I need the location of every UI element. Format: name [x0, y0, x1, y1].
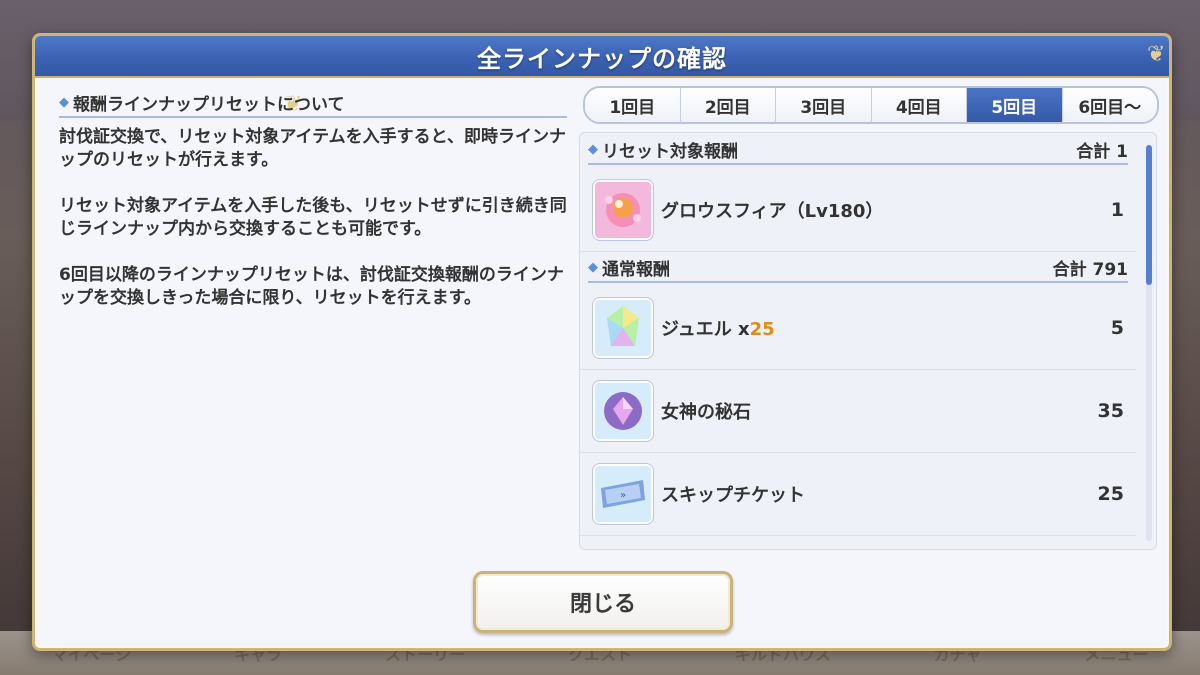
item-count: 1 — [1110, 199, 1124, 221]
normal-reward-label-wrap: ◆ 通常報酬 — [588, 255, 670, 280]
reset-info-panel: ◆ 報酬ラインナップリセットについて 討伐証交換で、リセット対象アイテムを入手す… — [59, 88, 567, 310]
corner-ornament-icon: ❦ — [1147, 42, 1166, 67]
item-name: グロウスフィア（Lv180） — [661, 201, 884, 222]
lineup-dialog: ❦ 全ラインナップの確認 ❦ ◆ 報酬ラインナップリセットについて 討伐証交換で… — [32, 33, 1172, 651]
close-button-label: 閉じる — [569, 592, 636, 617]
diamond-bullet-icon: ◆ — [588, 141, 598, 157]
tab-round-1[interactable]: 1回目 — [585, 88, 681, 122]
item-multiplier: 25 — [749, 319, 775, 340]
info-paragraph: 6回目以降のラインナップリセットは、討伐証交換報酬のラインナップを交換しきった場… — [59, 265, 564, 308]
info-heading: ◆ 報酬ラインナップリセットについて — [59, 88, 567, 118]
tab-round-4[interactable]: 4回目 — [871, 88, 967, 122]
reward-row: グロウスフィア（Lv180） 1 — [580, 169, 1136, 252]
goddess-stone-icon — [595, 383, 651, 439]
diamond-bullet-icon: ◆ — [588, 259, 598, 275]
tab-round-5[interactable]: 5回目 — [967, 88, 1063, 122]
dialog-header: ❦ 全ラインナップの確認 ❦ — [35, 36, 1169, 117]
skip-ticket-icon: » — [595, 466, 651, 522]
info-paragraph: リセット対象アイテムを入手した後も、リセットせずに引き続き同じラインナップ内から… — [59, 196, 567, 239]
item-name: ジュエル x25 — [661, 315, 1111, 341]
normal-reward-total: 合計 791 — [1052, 259, 1128, 280]
item-name: スキップチケット — [661, 485, 805, 506]
item-count: 35 — [1097, 400, 1124, 422]
reset-reward-label: リセット対象報酬 — [602, 141, 738, 162]
reward-list-scrollbar[interactable] — [1146, 145, 1152, 541]
info-paragraph: 討伐証交換で、リセット対象アイテムを入手すると、即時ラインナップのリセットが行え… — [59, 127, 566, 170]
item-count: 5 — [1110, 317, 1124, 339]
info-heading-text: 報酬ラインナップリセットについて — [73, 94, 345, 115]
item-name-text: ジュエル x — [661, 319, 750, 340]
tab-round-2[interactable]: 2回目 — [680, 88, 776, 122]
svg-text:»: » — [620, 490, 626, 501]
scroll-thumb[interactable] — [1146, 145, 1152, 285]
reset-reward-label-wrap: ◆ リセット対象報酬 — [588, 137, 738, 162]
reward-list[interactable]: ◆ リセット対象報酬 合計 1 グロウスフィア（Lv180） 1 ◆ 通常報酬 … — [579, 132, 1157, 550]
close-button[interactable]: 閉じる — [473, 571, 733, 633]
round-tabs: 1回目 2回目 3回目 4回目 5回目 6回目〜 — [583, 86, 1159, 124]
normal-reward-header: ◆ 通常報酬 合計 791 — [588, 253, 1128, 283]
tab-round-6-plus[interactable]: 6回目〜 — [1062, 88, 1157, 122]
reward-row: ジュエル x25 5 — [580, 287, 1136, 370]
diamond-bullet-icon: ◆ — [59, 94, 69, 110]
reset-reward-total: 合計 1 — [1076, 141, 1128, 162]
reset-reward-header: ◆ リセット対象報酬 合計 1 — [588, 135, 1128, 165]
item-count: 25 — [1097, 483, 1124, 505]
reward-row: 女神の秘石 35 — [580, 370, 1136, 453]
dialog-title: 全ラインナップの確認 — [477, 44, 727, 73]
jewel-icon — [595, 300, 651, 356]
item-name: 女神の秘石 — [661, 402, 751, 423]
reward-row: » スキップチケット 25 — [580, 453, 1136, 536]
growth-sphere-icon — [595, 182, 651, 238]
normal-reward-label: 通常報酬 — [602, 259, 670, 280]
tab-round-3[interactable]: 3回目 — [776, 88, 872, 122]
